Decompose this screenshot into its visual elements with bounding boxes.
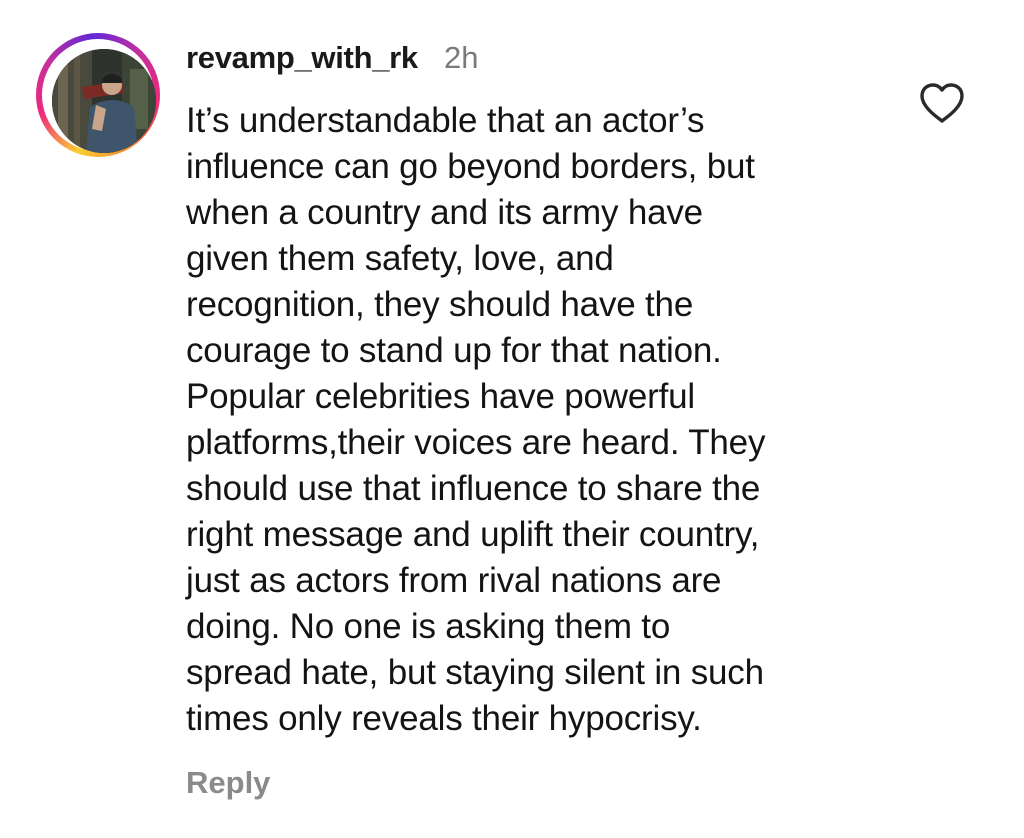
comment: revamp_with_rk 2h It’s understandable th… bbox=[0, 0, 1024, 838]
comment-username[interactable]: revamp_with_rk bbox=[186, 40, 418, 76]
avatar-ring-gap bbox=[42, 39, 156, 153]
heart-outline-icon[interactable] bbox=[918, 82, 966, 124]
avatar-image bbox=[52, 49, 156, 153]
comment-text: It’s understandable that an actor’s infl… bbox=[186, 101, 766, 738]
comment-timestamp: 2h bbox=[444, 40, 479, 75]
reply-button[interactable]: Reply bbox=[186, 765, 270, 801]
avatar[interactable] bbox=[52, 49, 156, 153]
avatar-story-ring[interactable] bbox=[36, 33, 160, 157]
